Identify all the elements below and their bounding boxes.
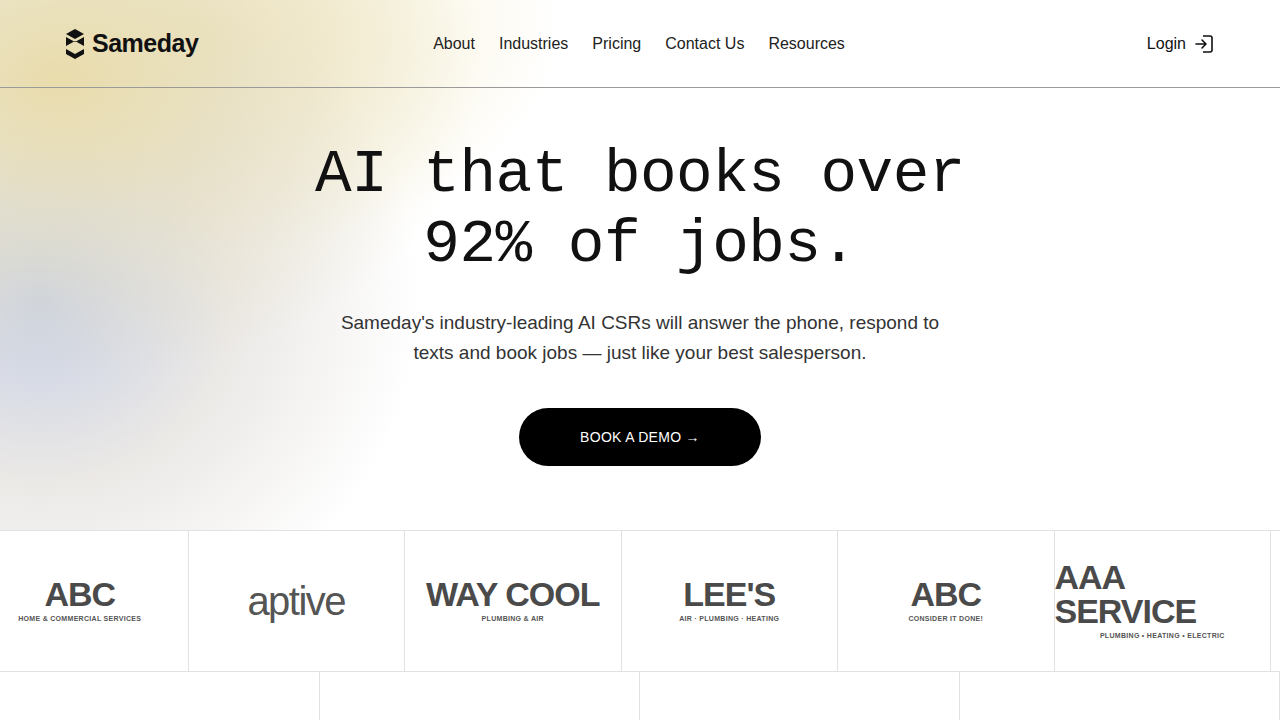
brand-name: Sameday	[92, 25, 198, 63]
feature-cell	[0, 672, 320, 720]
nav-link[interactable]: Resources	[768, 32, 844, 56]
nav-link[interactable]: Pricing	[592, 32, 641, 56]
login-link[interactable]: Login	[1147, 32, 1214, 56]
hero-content: AI that books over92% of jobs. Sameday's …	[0, 88, 1280, 530]
nav-link[interactable]: Industries	[499, 32, 568, 56]
brand-logo[interactable]: Sameday	[64, 25, 433, 63]
client-name: WAY COOL	[426, 577, 599, 611]
login-icon	[1194, 34, 1214, 54]
client-logo: WAY COOL PLUMBING & AIR	[405, 531, 622, 671]
feature-cell	[320, 672, 640, 720]
client-tagline: AIR · PLUMBING · HEATING	[679, 614, 779, 625]
client-name: LEE'S	[683, 577, 775, 611]
client-logo: ABC CONSIDER IT DONE!	[838, 531, 1055, 671]
client-logo: ABC HOME & COMMERCIAL SERVICES	[0, 531, 189, 671]
client-name: ABC	[44, 577, 115, 611]
client-tagline: PLUMBING • HEATING • ELECTRIC	[1100, 631, 1225, 642]
client-name: ABC	[910, 577, 981, 611]
client-name: AAA SERVICE	[1055, 560, 1271, 628]
client-logo: LEE'S AIR · PLUMBING · HEATING	[622, 531, 839, 671]
client-tagline: HOME & COMMERCIAL SERVICES	[18, 614, 141, 625]
main-nav: About Industries Pricing Contact Us Resource…	[433, 32, 845, 56]
feature-grid	[0, 672, 1280, 720]
client-logo: AAA SERVICE PLUMBING • HEATING • ELECTRIC	[1055, 531, 1272, 671]
nav-link[interactable]: Contact Us	[665, 32, 744, 56]
hero-title-line: AI that books over	[0, 140, 1280, 210]
feature-cell	[960, 672, 1280, 720]
book-demo-button[interactable]: BOOK A DEMO →	[519, 408, 761, 466]
client-logo-empty	[1271, 531, 1280, 671]
nav-link[interactable]: About	[433, 32, 475, 56]
feature-cell	[640, 672, 960, 720]
hero-title: AI that books over92% of jobs.	[0, 140, 1280, 280]
client-name: aptive	[247, 581, 345, 621]
hero-title-line: 92% of jobs.	[0, 210, 1280, 280]
client-tagline: CONSIDER IT DONE!	[908, 614, 983, 625]
client-logo-strip: ABC HOME & COMMERCIAL SERVICES aptive WAY C…	[0, 530, 1280, 672]
client-tagline: PLUMBING & AIR	[482, 614, 544, 625]
hero-section: Sameday About Industries Pricing Contact Us R…	[0, 0, 1280, 530]
client-logo: aptive	[189, 531, 406, 671]
login-label: Login	[1147, 32, 1186, 56]
site-header: Sameday About Industries Pricing Contact Us R…	[0, 0, 1280, 88]
logo-mark-icon	[64, 28, 86, 60]
hero-subtitle: Sameday's industry-leading AI CSRs will …	[320, 308, 960, 368]
